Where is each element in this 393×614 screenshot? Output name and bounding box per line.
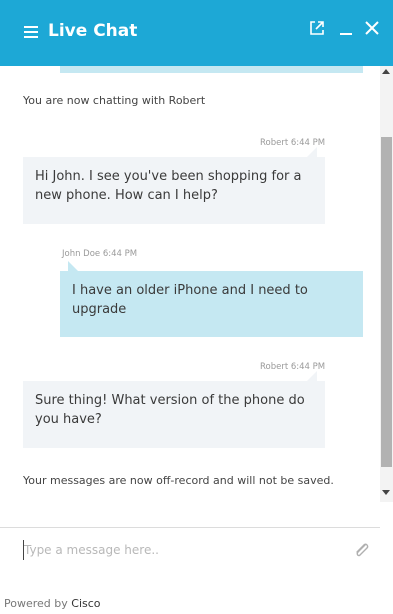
chat-title: Live Chat (48, 21, 138, 41)
chat-header: Live Chat (0, 0, 393, 66)
paperclip-icon[interactable] (352, 540, 372, 560)
message-meta: John Doe 6:44 PM (62, 249, 138, 259)
divider (0, 527, 380, 528)
powered-by: Powered by Cisco (4, 597, 101, 610)
system-message: You are now chatting with Robert (23, 94, 206, 107)
hamburger-menu-icon[interactable] (24, 26, 38, 38)
scroll-down-arrow-icon[interactable] (382, 490, 390, 495)
brand-name: Cisco (71, 597, 101, 610)
chat-transcript[interactable]: You are now chatting with Robert Robert … (0, 66, 393, 502)
powered-by-prefix: Powered by (4, 597, 68, 610)
user-message-bubble: I have an older iPhone and I need to upg… (60, 261, 363, 337)
scroll-up-arrow-icon[interactable] (382, 69, 390, 74)
previous-message-bubble (60, 66, 363, 73)
agent-message-bubble: Hi John. I see you've been shopping for … (23, 147, 325, 224)
scrollbar[interactable] (380, 66, 393, 502)
message-input[interactable] (24, 538, 344, 562)
popout-icon[interactable] (309, 20, 325, 36)
agent-message-bubble: Sure thing! What version of the phone do… (23, 371, 325, 448)
close-icon[interactable] (364, 20, 380, 36)
minimize-icon[interactable] (339, 20, 353, 36)
system-message: Your messages are now off-record and wil… (23, 474, 334, 487)
scrollbar-thumb[interactable] (381, 137, 392, 467)
